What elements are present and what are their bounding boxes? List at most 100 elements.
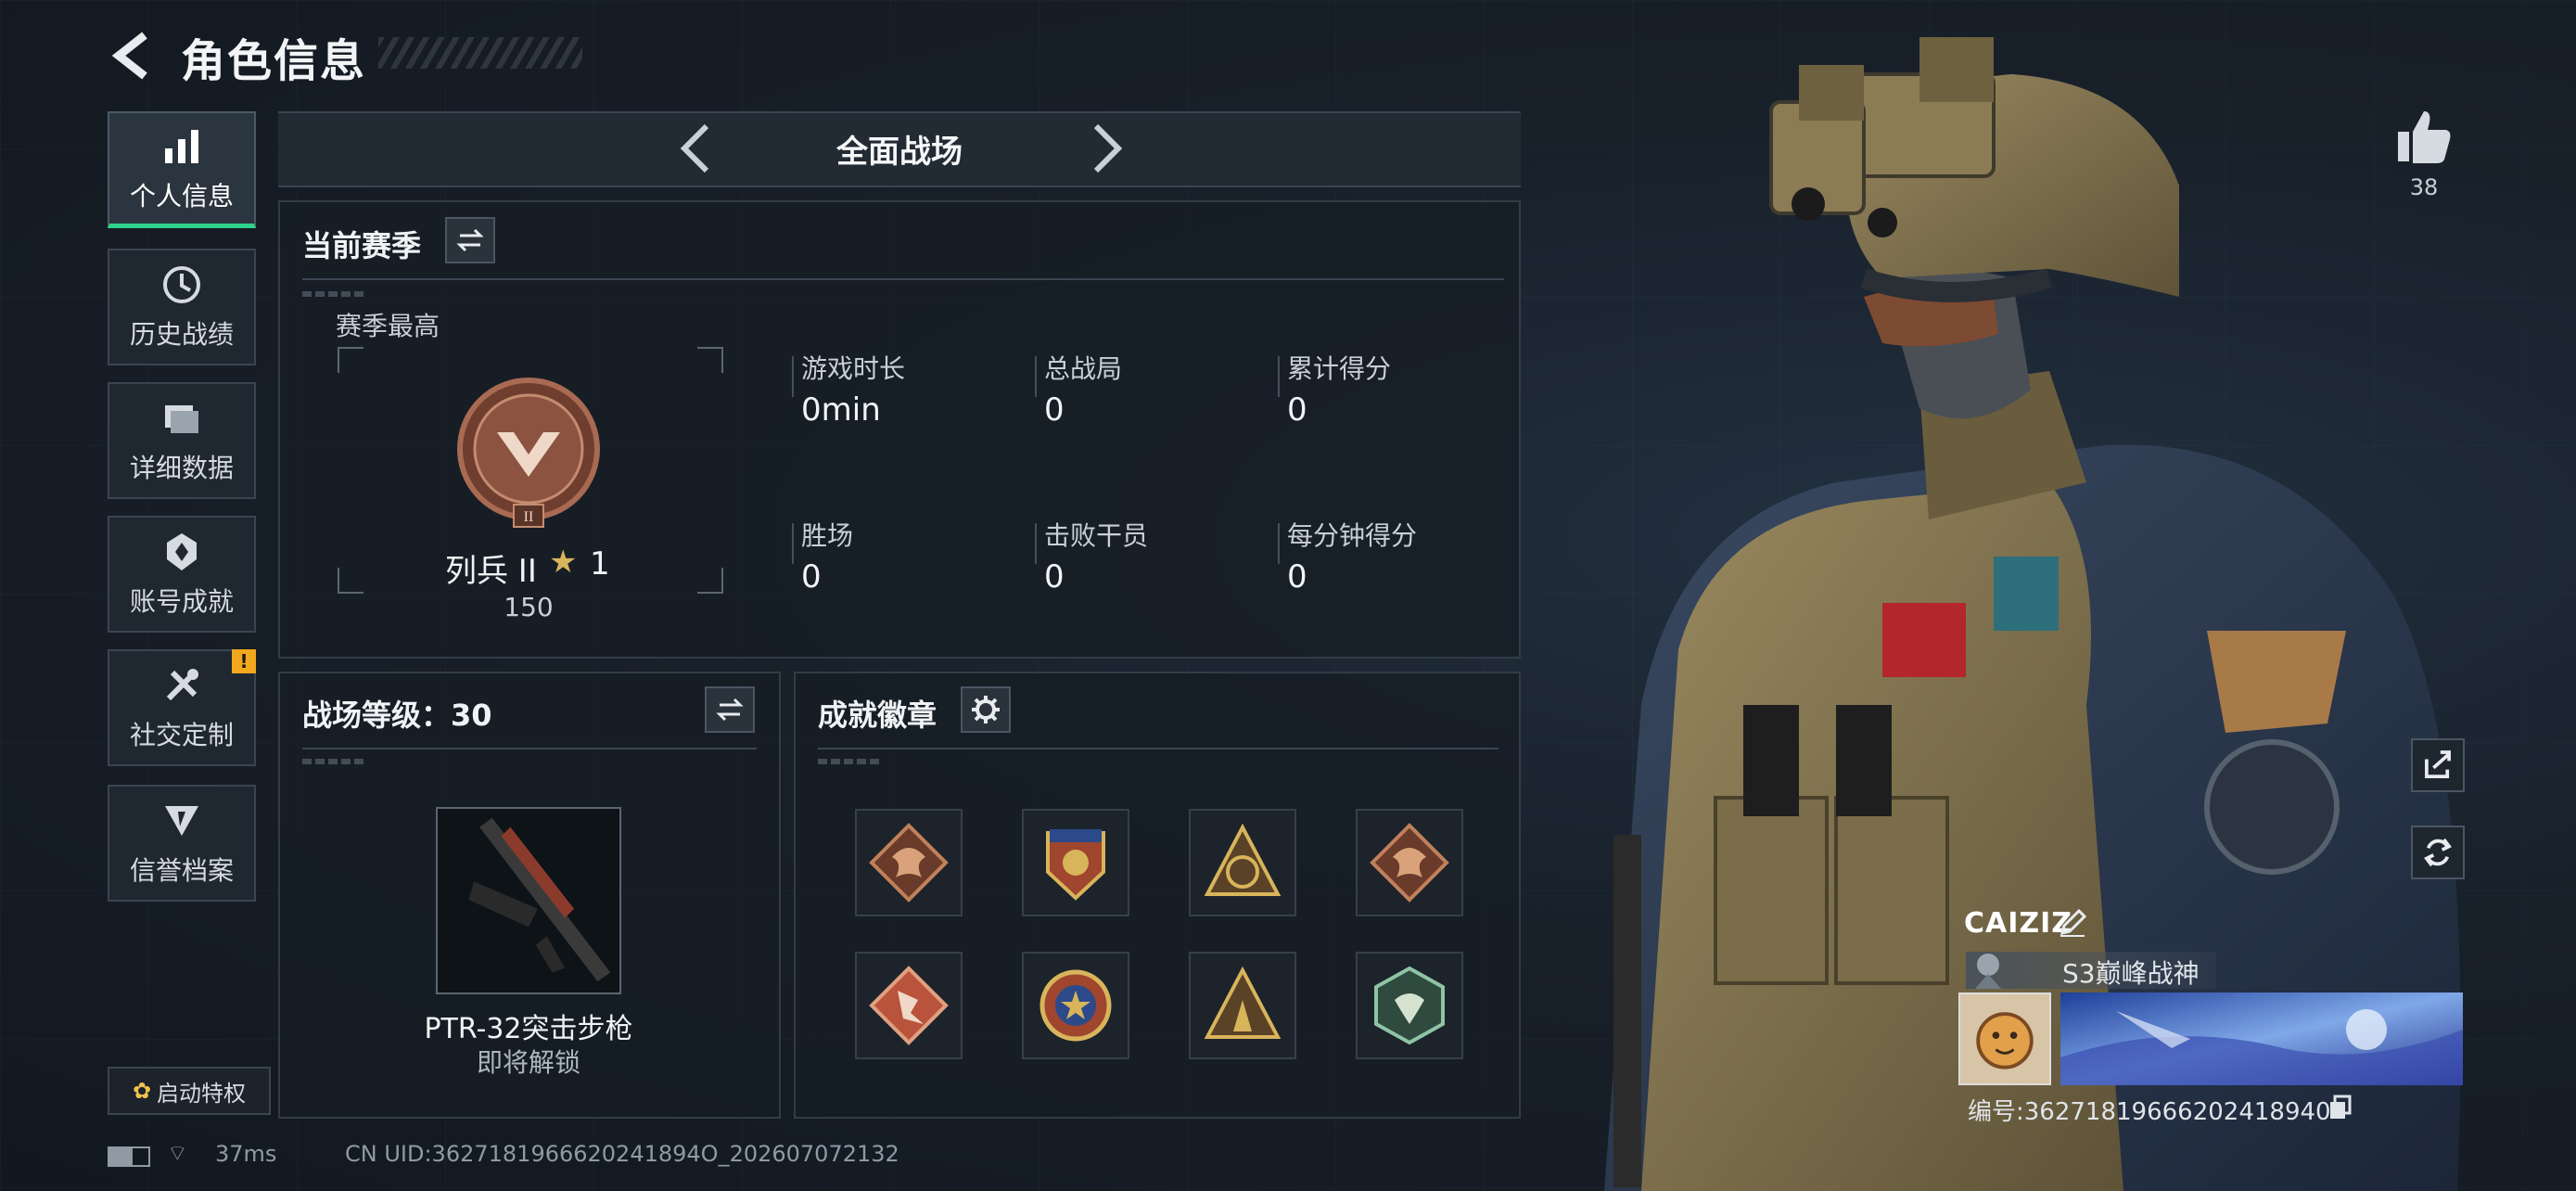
sidebar-item-label: 历史战绩 [129,319,234,350]
tools-icon [166,669,198,701]
sidebar-item-social-custom[interactable]: 社交定制 ! [108,649,256,766]
stat-divider [792,523,794,564]
badge-eagle[interactable] [1022,809,1129,916]
decoration-marks [818,759,883,764]
eagle-badge-icon [1046,829,1105,901]
swap-icon [456,228,484,252]
season-best-label: 赛季最高 [336,311,440,341]
refresh-icon [2424,838,2452,867]
privilege-button[interactable]: ✿ 启动特权 [108,1067,271,1115]
sidebar-item-label: 社交定制 [129,720,234,750]
weapon-card[interactable] [436,807,621,994]
battle-level-divider [302,748,757,749]
badge-settings-button[interactable] [961,686,1011,733]
share-button[interactable] [2411,738,2465,792]
stat-label-total-score: 累计得分 [1287,353,1392,384]
badge-s4[interactable] [1189,809,1296,916]
wifi-icon: ⌔ [167,1140,188,1166]
badge-pyramid[interactable] [1189,952,1296,1059]
stat-divider [1278,356,1280,397]
frame-corner [338,347,363,373]
profile-banner-image [2060,992,2463,1085]
stat-value-wins: 0 [801,558,822,596]
rifle-icon [468,817,611,982]
sidebar-item-label: 信誉档案 [129,855,234,886]
sidebar-item-label: 详细数据 [129,453,234,483]
history-icon [163,266,200,303]
season-divider [302,278,1504,280]
back-arrow-icon[interactable] [104,28,159,83]
stat-divider [792,356,794,397]
stat-label-score-per-minute: 每分钟得分 [1287,520,1418,551]
rank-points: 150 [504,592,554,622]
decoration-marks [302,291,367,297]
sidebar-item-details[interactable]: 详细数据 [108,382,256,499]
stat-value-kills: 0 [1044,558,1065,596]
stat-label-total-matches: 总战局 [1044,353,1123,384]
stat-divider [1035,523,1037,564]
uid-text: CN UID:3627181966620241894O_202607072132 [345,1141,899,1167]
weapon-unlock-status: 即将解锁 [476,1047,580,1078]
folder-icon [165,405,198,433]
ping-value: 37ms [215,1141,277,1167]
badge-runner[interactable] [855,952,963,1059]
credit-icon [165,806,198,836]
sidebar-item-label: 个人信息 [129,180,234,211]
season-swap-button[interactable] [445,217,495,263]
runner-badge-icon [869,966,949,1045]
sidebar-item-achievements[interactable]: 账号成就 [108,516,256,633]
sidebar-item-history[interactable]: 历史战绩 [108,249,256,365]
frame-corner [338,568,363,594]
dragon-badge-icon [869,823,949,903]
battle-level-title: 战场等级：30 [302,698,492,733]
badge-star[interactable] [1022,952,1129,1059]
sidebar-item-credit[interactable]: 信誉档案 [108,785,256,902]
thumbs-up-icon[interactable] [2391,104,2457,171]
player-title: S3巅峰战神 [2062,958,2200,989]
rank-name: 列兵 II [445,553,537,590]
sidebar-item-personal-info[interactable]: 个人信息 [108,111,256,228]
stat-value-score-per-minute: 0 [1287,558,1307,596]
stat-label-play-time: 游戏时长 [801,353,906,384]
stat-label-kills: 击败干员 [1044,520,1149,551]
hornet-badge-icon [1374,966,1445,1045]
rank-stars: 1 [590,545,610,583]
star-badge-icon [1039,969,1112,1042]
copy-icon[interactable] [2327,1095,2353,1121]
dragon-badge-icon [1370,823,1449,903]
edit-pen-icon[interactable] [2057,907,2088,939]
achievements-title: 成就徽章 [818,698,937,733]
next-mode-arrow-icon[interactable] [1079,119,1135,178]
achievements-divider [818,748,1498,749]
stat-label-wins: 胜场 [801,520,854,551]
svg-text:II: II [524,509,534,525]
mode-title: 全面战场 [836,134,963,171]
player-id: 编号:36271819666202418940 [1968,1098,2331,1126]
pyramid-badge-icon [1204,966,1282,1039]
title-decoration [378,37,582,69]
frame-corner [697,568,723,594]
share-icon [2425,750,2451,778]
badge-hornet[interactable] [1356,952,1463,1059]
privilege-label: 启动特权 [157,1080,247,1107]
privilege-icon: ✿ [132,1078,152,1104]
battle-level-swap-button[interactable] [705,686,755,733]
badge-dragon-2[interactable] [1356,809,1463,916]
title-emblem-icon [1975,954,2001,989]
avatar-image [1960,994,2049,1083]
achievement-icon [167,533,197,570]
bar-chart-icon [165,129,198,163]
stat-divider [1278,523,1280,564]
swap-icon [716,698,744,722]
star-icon: ★ [549,544,578,581]
battery-icon [108,1146,150,1167]
rank-emblem-icon: II [457,378,600,528]
gear-icon [972,696,1000,724]
stat-value-play-time: 0min [801,391,881,429]
badge-dragon[interactable] [855,809,963,916]
avatar[interactable] [1958,992,2051,1085]
weapon-name: PTR-32突击步枪 [424,1013,633,1045]
s4-badge-icon [1204,823,1282,896]
refresh-button[interactable] [2411,826,2465,879]
frame-corner [697,347,723,373]
